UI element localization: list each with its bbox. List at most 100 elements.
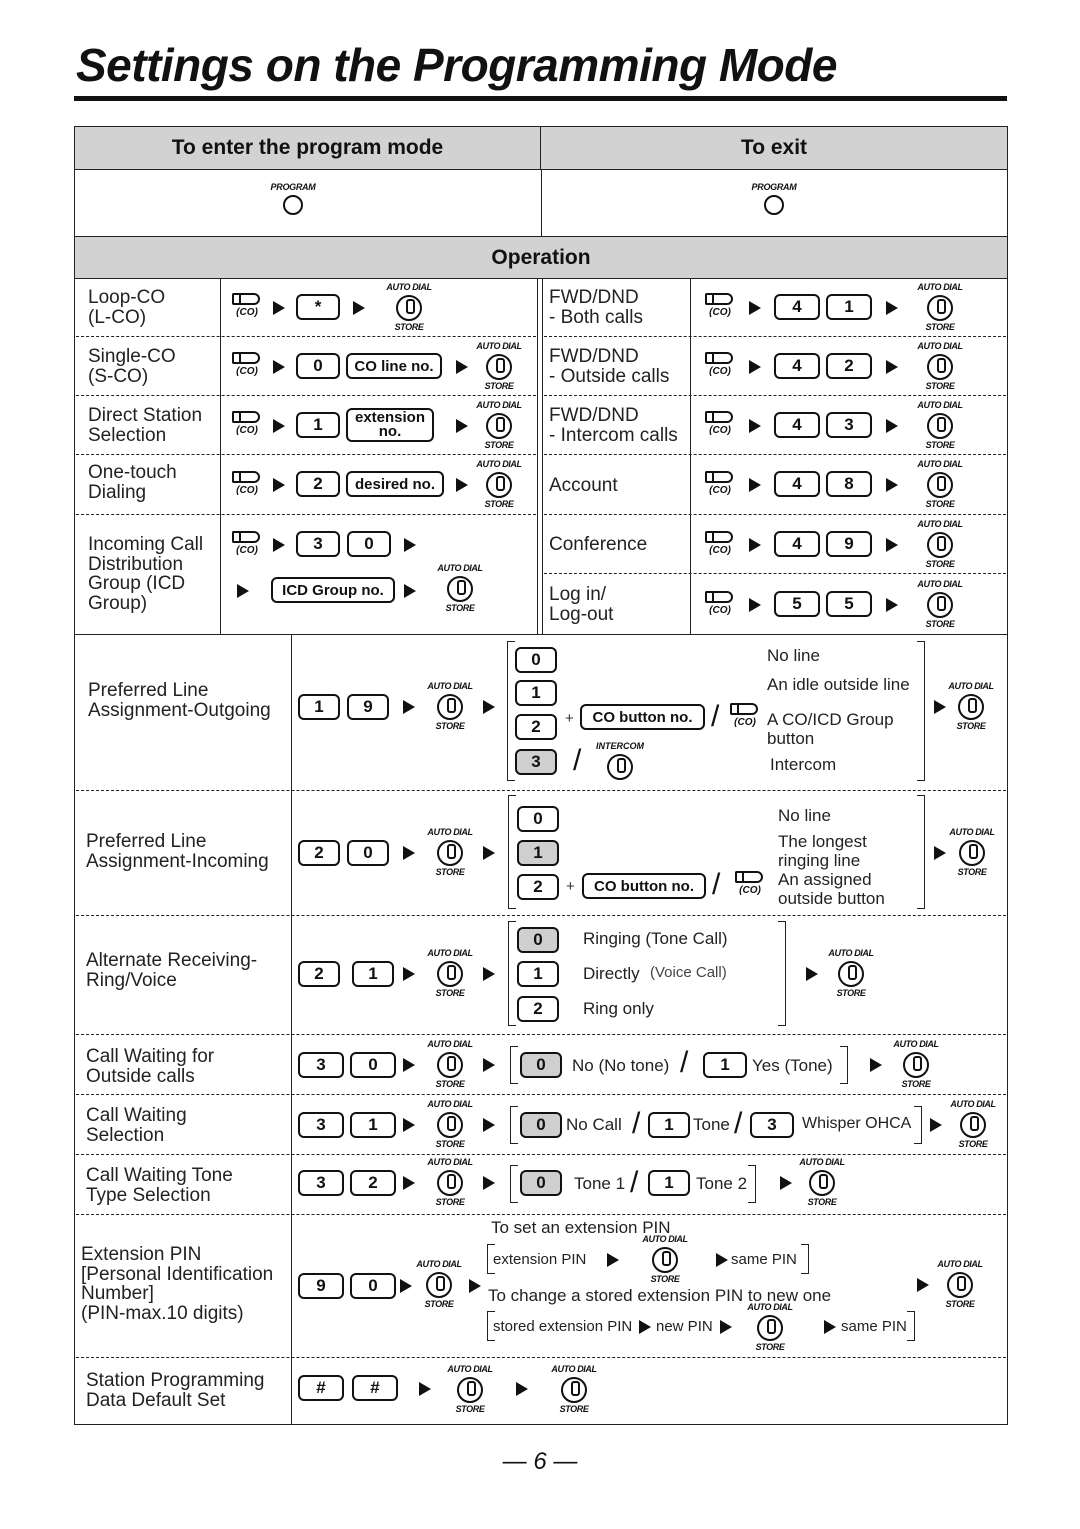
key-star[interactable]: * xyxy=(296,294,340,320)
key-co-button-no[interactable]: CO button no. xyxy=(582,873,706,899)
option-key-0-default[interactable]: 0 xyxy=(520,1112,562,1138)
auto-dial-store-icon[interactable]: AUTO DIAL STORE xyxy=(946,681,996,731)
auto-dial-store-icon[interactable]: AUTO DIAL STORE xyxy=(549,1364,599,1414)
auto-dial-store-icon[interactable]: AUTO DIAL STORE xyxy=(474,459,524,509)
auto-dial-store-icon[interactable]: AUTO DIAL STORE xyxy=(797,1157,847,1207)
co-button-icon[interactable]: (CO) xyxy=(703,410,737,442)
key-9[interactable]: 9 xyxy=(298,1273,344,1299)
key-2[interactable]: 2 xyxy=(298,961,340,987)
co-button-icon[interactable]: (CO) xyxy=(703,351,737,383)
key-4[interactable]: 4 xyxy=(774,412,820,438)
co-button-icon[interactable]: (CO) xyxy=(703,530,737,562)
auto-dial-store-icon[interactable]: AUTO DIAL STORE xyxy=(425,1157,475,1207)
auto-dial-store-icon[interactable]: AUTO DIAL STORE xyxy=(414,1259,464,1309)
auto-dial-store-icon[interactable]: AUTO DIAL STORE xyxy=(425,827,475,877)
key-5[interactable]: 5 xyxy=(826,591,872,617)
co-button-icon[interactable]: (CO) xyxy=(733,870,767,902)
key-5[interactable]: 5 xyxy=(774,591,820,617)
auto-dial-store-icon[interactable]: AUTO DIAL STORE xyxy=(474,341,524,391)
key-1[interactable]: 1 xyxy=(350,1112,396,1138)
key-2[interactable]: 2 xyxy=(350,1170,396,1196)
auto-dial-store-icon[interactable]: AUTO DIAL STORE xyxy=(915,519,965,569)
option-key-1[interactable]: 1 xyxy=(515,680,557,706)
auto-dial-store-icon[interactable]: AUTO DIAL STORE xyxy=(915,459,965,509)
auto-dial-store-icon[interactable]: AUTO DIAL STORE xyxy=(948,1099,998,1149)
key-3[interactable]: 3 xyxy=(298,1112,344,1138)
option-key-3-default[interactable]: 3 xyxy=(515,749,557,775)
auto-dial-store-icon[interactable]: AUTO DIAL STORE xyxy=(425,681,475,731)
option-key-2[interactable]: 2 xyxy=(515,714,557,740)
option-key-1[interactable]: 1 xyxy=(517,961,559,987)
key-1[interactable]: 1 xyxy=(296,412,340,438)
auto-dial-store-icon[interactable]: AUTO DIAL STORE xyxy=(826,948,876,998)
option-key-0[interactable]: 0 xyxy=(515,647,557,673)
co-button-icon[interactable]: (CO) xyxy=(230,351,264,383)
key-co-line-no[interactable]: CO line no. xyxy=(346,353,442,379)
option-key-1[interactable]: 1 xyxy=(703,1052,747,1078)
key-hash[interactable]: # xyxy=(298,1375,344,1401)
key-3[interactable]: 3 xyxy=(296,531,340,557)
option-key-1-default[interactable]: 1 xyxy=(517,840,559,866)
key-3[interactable]: 3 xyxy=(298,1170,344,1196)
key-extension-no[interactable]: extension no. xyxy=(346,408,434,442)
co-button-icon[interactable]: (CO) xyxy=(728,702,762,734)
key-0[interactable]: 0 xyxy=(350,1052,396,1078)
program-button-enter[interactable]: PROGRAM xyxy=(262,182,324,215)
key-3[interactable]: 3 xyxy=(298,1052,344,1078)
key-4[interactable]: 4 xyxy=(774,471,820,497)
auto-dial-store-icon[interactable]: AUTO DIAL STORE xyxy=(640,1234,690,1284)
key-9[interactable]: 9 xyxy=(347,694,389,720)
auto-dial-store-icon[interactable]: AUTO DIAL STORE xyxy=(384,282,434,332)
auto-dial-store-icon[interactable]: AUTO DIAL STORE xyxy=(915,400,965,450)
program-button-exit[interactable]: PROGRAM xyxy=(743,182,805,215)
auto-dial-store-icon[interactable]: AUTO DIAL STORE xyxy=(425,1099,475,1149)
option-key-0-default[interactable]: 0 xyxy=(520,1052,562,1078)
option-key-0-default[interactable]: 0 xyxy=(517,927,559,953)
option-key-2[interactable]: 2 xyxy=(517,996,559,1022)
auto-dial-store-icon[interactable]: AUTO DIAL STORE xyxy=(915,282,965,332)
auto-dial-store-icon[interactable]: AUTO DIAL STORE xyxy=(947,827,997,877)
key-2[interactable]: 2 xyxy=(298,840,340,866)
key-1[interactable]: 1 xyxy=(352,961,394,987)
auto-dial-store-icon[interactable]: AUTO DIAL STORE xyxy=(445,1364,495,1414)
key-2[interactable]: 2 xyxy=(296,471,340,497)
key-icd-group-no[interactable]: ICD Group no. xyxy=(271,577,395,603)
co-button-icon[interactable]: (CO) xyxy=(703,292,737,324)
co-button-icon[interactable]: (CO) xyxy=(703,590,737,622)
auto-dial-store-icon[interactable]: AUTO DIAL STORE xyxy=(425,948,475,998)
co-button-icon[interactable]: (CO) xyxy=(703,470,737,502)
option-key-3[interactable]: 3 xyxy=(750,1112,794,1138)
auto-dial-store-icon[interactable]: AUTO DIAL STORE xyxy=(474,400,524,450)
auto-dial-store-icon[interactable]: AUTO DIAL STORE xyxy=(425,1039,475,1089)
option-key-0-default[interactable]: 0 xyxy=(520,1170,562,1196)
co-button-icon[interactable]: (CO) xyxy=(230,530,264,562)
intercom-button-icon[interactable]: INTERCOM xyxy=(595,741,645,785)
key-4[interactable]: 4 xyxy=(774,531,820,557)
key-hash[interactable]: # xyxy=(352,1375,398,1401)
co-button-icon[interactable]: (CO) xyxy=(230,410,264,442)
key-3[interactable]: 3 xyxy=(826,412,872,438)
auto-dial-store-icon[interactable]: AUTO DIAL STORE xyxy=(891,1039,941,1089)
auto-dial-store-icon[interactable]: AUTO DIAL STORE xyxy=(745,1302,795,1352)
option-key-0[interactable]: 0 xyxy=(517,806,559,832)
auto-dial-store-icon[interactable]: AUTO DIAL STORE xyxy=(435,563,485,613)
co-button-icon[interactable]: (CO) xyxy=(230,292,264,324)
key-2[interactable]: 2 xyxy=(826,353,872,379)
key-0[interactable]: 0 xyxy=(350,1273,396,1299)
auto-dial-store-icon[interactable]: AUTO DIAL STORE xyxy=(935,1259,985,1309)
key-9[interactable]: 9 xyxy=(826,531,872,557)
key-1[interactable]: 1 xyxy=(826,294,872,320)
option-key-2[interactable]: 2 xyxy=(517,874,559,900)
key-desired-no[interactable]: desired no. xyxy=(346,471,444,497)
option-key-1[interactable]: 1 xyxy=(648,1112,690,1138)
key-co-button-no[interactable]: CO button no. xyxy=(580,704,705,730)
key-4[interactable]: 4 xyxy=(774,353,820,379)
key-4[interactable]: 4 xyxy=(774,294,820,320)
key-8[interactable]: 8 xyxy=(826,471,872,497)
option-key-1[interactable]: 1 xyxy=(648,1170,690,1196)
key-1[interactable]: 1 xyxy=(298,694,340,720)
co-button-icon[interactable]: (CO) xyxy=(230,470,264,502)
auto-dial-store-icon[interactable]: AUTO DIAL STORE xyxy=(915,341,965,391)
key-0[interactable]: 0 xyxy=(347,840,389,866)
key-0[interactable]: 0 xyxy=(347,531,391,557)
